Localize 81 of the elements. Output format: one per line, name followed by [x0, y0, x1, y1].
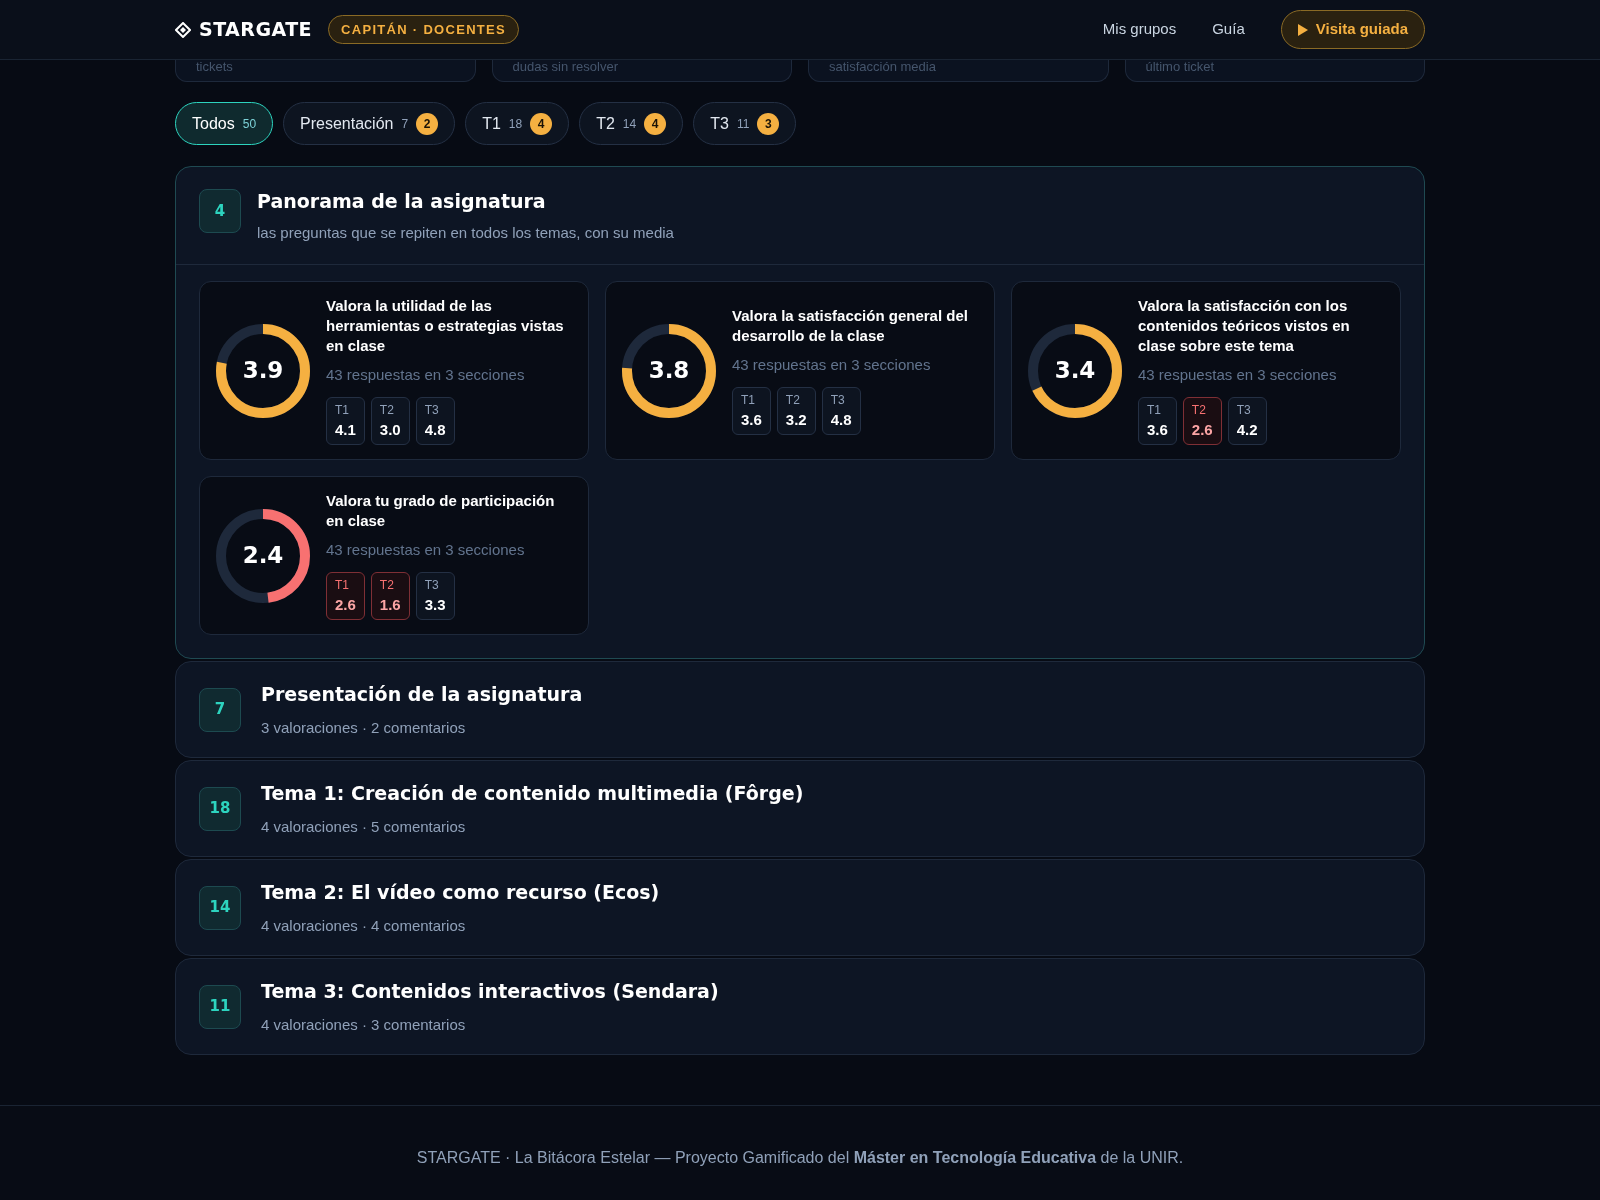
topic-row[interactable]: 18 Tema 1: Creación de contenido multimedia (Fôrge) 4 valoraciones · 5 comentarios	[175, 760, 1425, 857]
topic-title: Tema 2: El vídeo como recurso (Ecos)	[261, 880, 660, 905]
topic-title: Tema 1: Creación de contenido multimedia (Fôrge)	[261, 781, 804, 806]
section-subtitle: las preguntas que se repiten en todos los temas, con su media	[257, 222, 674, 243]
section-score: 2.6	[1191, 419, 1213, 440]
section-title: Panorama de la asignatura	[257, 189, 547, 214]
chip-count: 18	[508, 115, 523, 133]
count-badge: 14	[199, 885, 241, 930]
response-count: 43 respuestas en 3 secciones	[326, 365, 526, 385]
score-value: 3.4	[1054, 356, 1096, 386]
filter-chip[interactable]: Presentación 7 2	[283, 102, 456, 145]
stat-label: satisfacción media	[829, 60, 936, 73]
stat-label: dudas sin resolver	[512, 60, 618, 73]
section-label: T2	[1191, 401, 1207, 419]
chip-count: 7	[401, 115, 409, 133]
question-text: Valora la satisfacción general del desarrollo de la clase	[732, 306, 969, 346]
question-text: Valora la utilidad de las herramientas o estrategias vistas en clase	[326, 296, 565, 356]
section-score: 3.3	[424, 594, 446, 615]
section-label: T2	[379, 576, 395, 594]
section-score: 3.6	[1147, 419, 1168, 440]
filter-chip[interactable]: Todos 50	[175, 102, 274, 145]
section-score: 3.2	[785, 409, 807, 430]
count-badge: 18	[199, 786, 241, 831]
chip-count: 50	[242, 115, 257, 133]
filter-chip[interactable]: T2 14 4	[579, 102, 684, 145]
response-count: 43 respuestas en 3 secciones	[1138, 365, 1338, 385]
footer-text: STARGATE · La Bitácora Estelar — Proyecto Gamificado del Máster en Tecnología Educativa de la UNIR.	[416, 1148, 1184, 1168]
section-score: 3.0	[379, 419, 401, 440]
pending-badge: 3	[757, 112, 780, 135]
pending-badge: 2	[416, 112, 439, 135]
filter-chip[interactable]: T1 18 4	[465, 102, 570, 145]
section-label: T2	[785, 391, 801, 409]
nav-link[interactable]: Guía	[1212, 18, 1245, 41]
section-label: T3	[424, 401, 440, 419]
section-label: T1	[1147, 401, 1162, 419]
section-score: 4.8	[830, 409, 852, 430]
topic-subtitle: 3 valoraciones · 2 comentarios	[261, 717, 467, 738]
count-badge: 11	[199, 984, 241, 1029]
topic-title: Tema 3: Contenidos interactivos (Sendara)	[261, 979, 719, 1004]
section-score: 2.6	[335, 594, 356, 615]
topic-subtitle: 4 valoraciones · 5 comentarios	[261, 816, 467, 837]
diamond-logo-icon	[175, 21, 191, 38]
stat-label: último ticket	[1145, 60, 1215, 73]
count-badge: 7	[199, 687, 241, 732]
question-text: Valora la satisfacción con los contenidos teóricos vistos en clase sobre este tema	[1138, 296, 1351, 356]
pending-badge: 4	[644, 112, 667, 135]
section-label: T1	[335, 576, 350, 594]
section-score: 4.1	[335, 419, 356, 440]
section-label: T3	[830, 391, 846, 409]
filter-chip[interactable]: T3 11 3	[693, 102, 797, 145]
play-icon	[1297, 23, 1308, 36]
question-text: Valora tu grado de participación en clase	[326, 491, 556, 531]
section-label: T3	[424, 576, 440, 594]
topic-subtitle: 4 valoraciones · 4 comentarios	[261, 915, 467, 936]
topic-row[interactable]: 14 Tema 2: El vídeo como recurso (Ecos) 4 valoraciones · 4 comentarios	[175, 859, 1425, 956]
score-value: 3.9	[242, 356, 284, 386]
logo-text: STARGATE	[199, 17, 313, 43]
role-badge: CAPITÁN · DOCENTES	[328, 14, 520, 45]
topic-row[interactable]: 7 Presentación de la asignatura 3 valoraciones · 2 comentarios	[175, 661, 1425, 758]
score-value: 2.4	[242, 541, 284, 571]
score-value: 3.8	[648, 356, 690, 386]
section-label: T2	[379, 401, 395, 419]
count-badge: 4	[199, 189, 241, 233]
section-score: 4.8	[424, 419, 446, 440]
topic-row[interactable]: 11 Tema 3: Contenidos interactivos (Sendara) 4 valoraciones · 3 comentarios	[175, 958, 1425, 1055]
topic-title: Presentación de la asignatura	[261, 682, 583, 707]
section-score: 3.6	[741, 409, 762, 430]
section-label: T1	[741, 391, 756, 409]
topic-subtitle: 4 valoraciones · 3 comentarios	[261, 1014, 467, 1035]
section-score: 4.2	[1236, 419, 1258, 440]
nav-link[interactable]: Mis grupos	[1102, 18, 1177, 41]
section-label: T1	[335, 401, 350, 419]
response-count: 43 respuestas en 3 secciones	[326, 540, 526, 560]
stat-label: tickets	[196, 60, 233, 73]
chip-count: 11	[736, 115, 750, 133]
response-count: 43 respuestas en 3 secciones	[732, 355, 932, 375]
guided-tour-button[interactable]: Visita guiada	[1280, 10, 1425, 49]
pending-badge: 4	[530, 112, 553, 135]
section-label: T3	[1236, 401, 1252, 419]
chip-count: 14	[622, 115, 637, 133]
section-score: 1.6	[379, 594, 401, 615]
